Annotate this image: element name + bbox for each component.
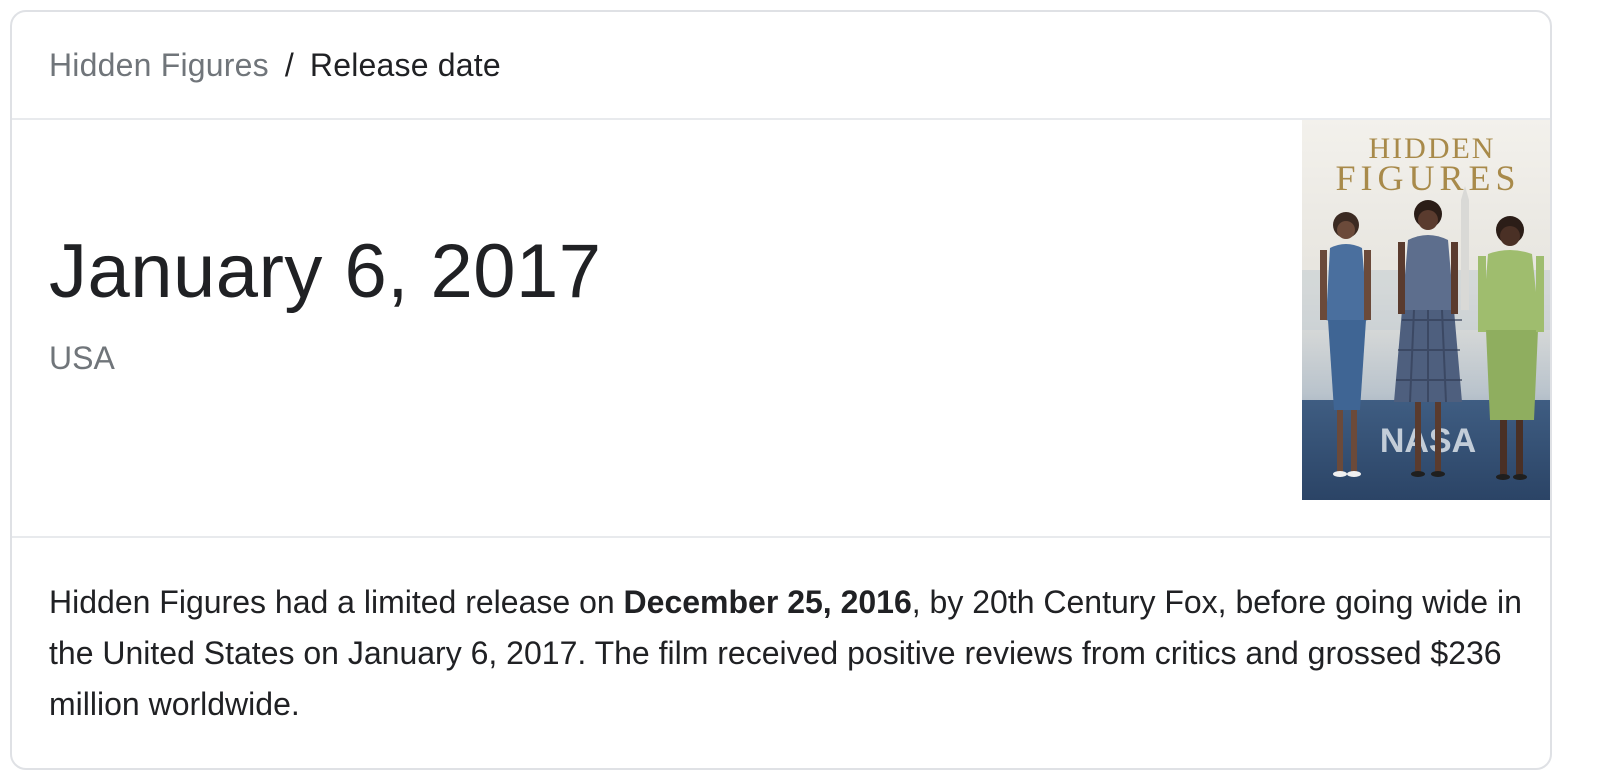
poster-title-line2: FIGURES — [1335, 158, 1520, 198]
poster-rocket — [1461, 200, 1469, 310]
description-bold-date: December 25, 2016 — [623, 584, 912, 620]
poster-ground-text: NASA — [1380, 422, 1476, 460]
middle-divider — [12, 536, 1550, 538]
description-part1: Hidden Figures had a limited release on — [49, 584, 624, 620]
description-text: Hidden Figures had a limited release on … — [49, 577, 1539, 730]
breadcrumb: Hidden Figures / Release date — [49, 12, 501, 118]
answer-region: USA — [49, 340, 115, 376]
answer-card: Hidden Figures / Release date January 6,… — [10, 10, 1552, 770]
breadcrumb-current: Release date — [309, 46, 501, 83]
movie-poster-image[interactable]: NASA HIDDEN FIGURES — [1302, 120, 1552, 500]
breadcrumb-parent-link[interactable]: Hidden Figures — [49, 47, 269, 84]
breadcrumb-separator: / — [284, 46, 294, 83]
answer-date: January 6, 2017 — [49, 229, 602, 314]
